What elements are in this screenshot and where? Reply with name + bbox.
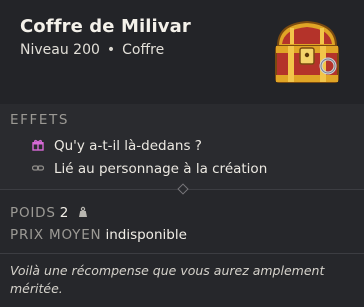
effects-title: EFFETS <box>10 112 70 128</box>
item-subtitle: Niveau 200 • Coffre <box>20 42 164 58</box>
effects-section: EFFETS Qu'y a-t-il là-dedans ? Lié au pe… <box>0 104 364 190</box>
weight-value: 2 <box>59 205 69 221</box>
effect-row-link: Lié au personnage à la création <box>32 161 267 177</box>
price-label: PRIX MOYEN <box>10 227 102 243</box>
description-divider <box>0 253 364 254</box>
item-level: Niveau 200 <box>20 42 100 58</box>
weight-stat: POIDS 2 <box>10 205 89 221</box>
item-name: Coffre de Milivar <box>20 16 191 37</box>
price-value: indisponible <box>105 227 187 243</box>
treasure-chest-icon <box>275 20 339 83</box>
effect-row-gift: Qu'y a-t-il là-dedans ? <box>32 138 202 154</box>
link-icon <box>32 165 44 171</box>
item-category: Coffre <box>122 42 165 58</box>
effect-text: Lié au personnage à la création <box>54 161 268 177</box>
weight-label: POIDS <box>10 205 56 221</box>
item-tooltip: Coffre de Milivar Niveau 200 • Coffre EFFE… <box>0 0 364 307</box>
tooltip-header: Coffre de Milivar Niveau 200 • Coffre <box>0 0 364 104</box>
subtitle-separator: • <box>106 42 116 58</box>
gift-icon <box>32 139 44 151</box>
effect-text: Qu'y a-t-il là-dedans ? <box>54 138 202 154</box>
price-stat: PRIX MOYEN indisponible <box>10 227 187 243</box>
weight-icon <box>79 206 88 217</box>
item-description: Voilà une récompense que vous aurez ampl… <box>10 263 325 296</box>
